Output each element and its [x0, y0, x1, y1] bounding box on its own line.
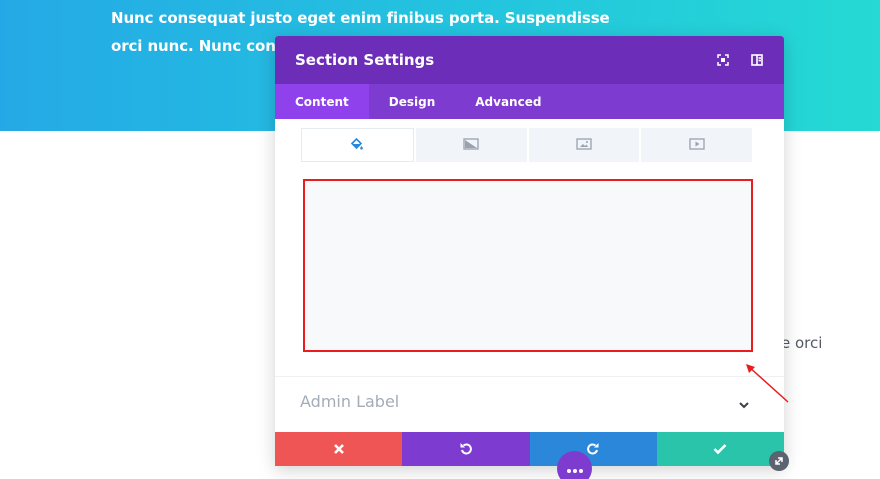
gradient-icon	[463, 136, 479, 155]
save-button[interactable]	[656, 432, 784, 466]
close-icon	[333, 440, 345, 459]
expand-icon[interactable]	[715, 52, 731, 68]
tab-advanced[interactable]: Advanced	[455, 84, 561, 119]
sidebar-toggle-icon[interactable]	[749, 52, 765, 68]
background-color-tab[interactable]	[301, 128, 414, 162]
background-image-tab[interactable]	[528, 128, 640, 162]
page-text-fragment: e orci	[781, 334, 823, 352]
settings-tabs: Content Design Advanced	[275, 84, 784, 119]
background-video-tab[interactable]	[641, 128, 752, 162]
undo-button[interactable]	[402, 432, 530, 466]
image-icon	[576, 136, 592, 155]
admin-label-toggle[interactable]: Admin Label	[275, 377, 784, 431]
background-preview-panel[interactable]	[303, 179, 753, 352]
tab-content[interactable]: Content	[275, 84, 369, 119]
modal-title: Section Settings	[295, 51, 435, 69]
redo-icon	[586, 440, 600, 459]
more-options-button[interactable]	[557, 451, 592, 479]
resize-icon	[773, 452, 785, 471]
admin-label-heading: Admin Label	[300, 392, 400, 411]
video-icon	[688, 136, 705, 155]
discard-button[interactable]	[275, 432, 403, 466]
section-settings-modal: Section Settings Content Design Advanced	[275, 36, 784, 466]
redo-button[interactable]	[529, 432, 657, 466]
modal-footer	[275, 432, 784, 466]
modal-body: Admin Label	[275, 119, 784, 466]
annotation-arrow	[746, 364, 789, 403]
modal-header: Section Settings	[275, 36, 784, 84]
resize-handle[interactable]	[769, 451, 789, 471]
undo-icon	[459, 440, 473, 459]
paint-bucket-icon	[350, 136, 364, 155]
background-type-tabs	[301, 128, 752, 162]
tab-design[interactable]: Design	[369, 84, 456, 119]
ellipsis-icon	[566, 459, 584, 478]
background-gradient-tab[interactable]	[415, 128, 527, 162]
checkmark-icon	[713, 440, 727, 459]
